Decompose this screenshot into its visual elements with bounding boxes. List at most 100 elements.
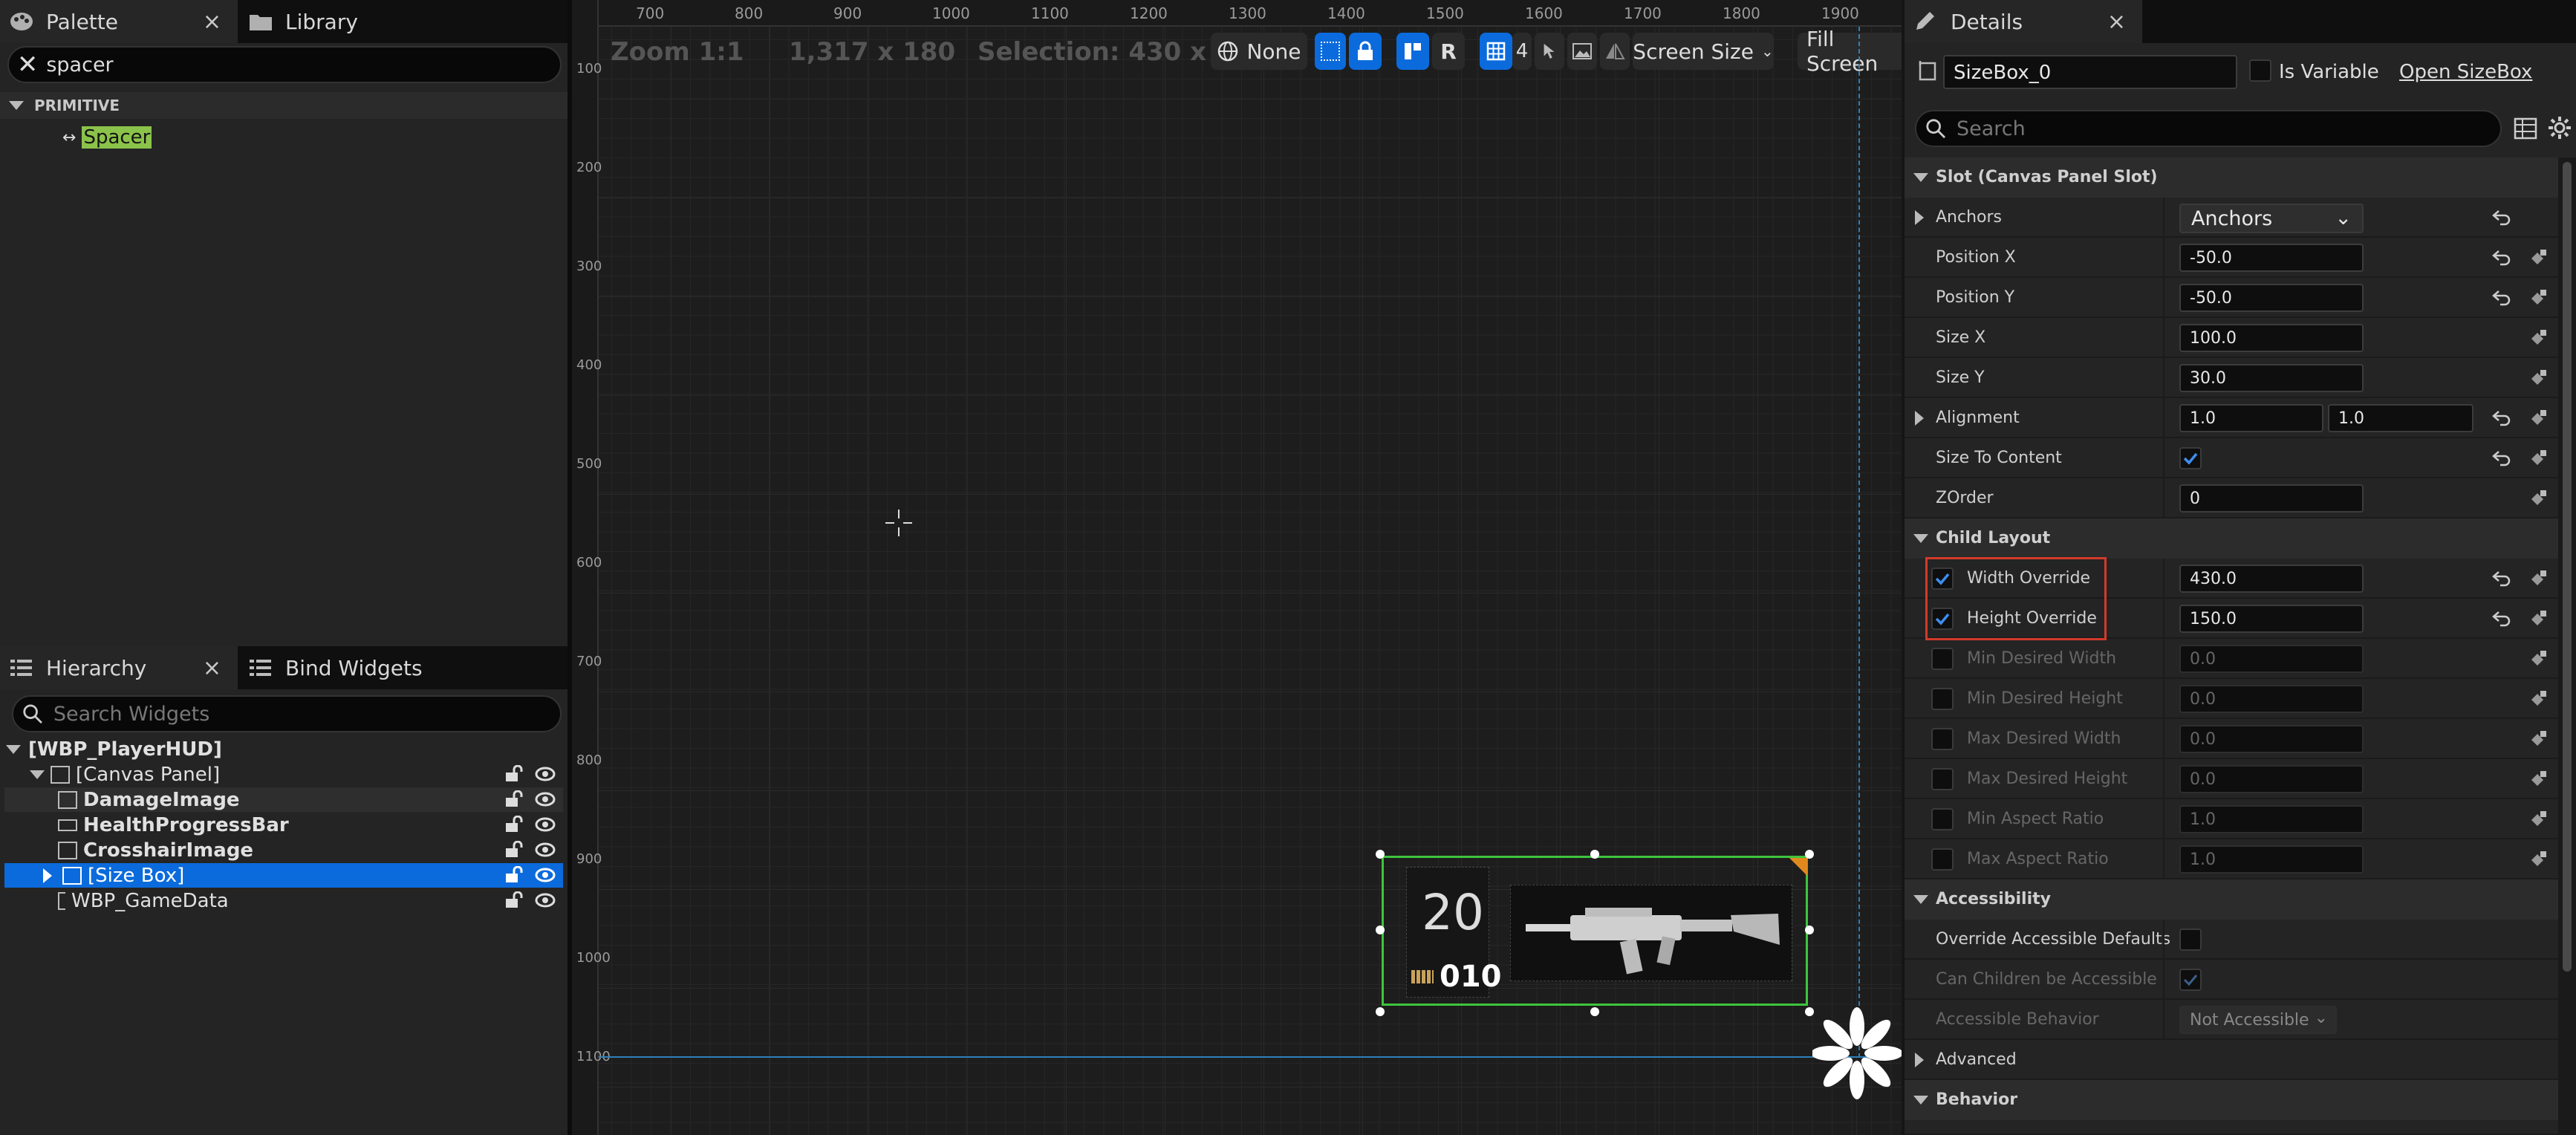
alignment-x-field[interactable]: 1.0 [2179,404,2323,432]
min-desired-width-checkbox[interactable] [1931,648,1954,670]
min-aspect-field[interactable]: 1.0 [2179,805,2364,833]
max-desired-width-field[interactable]: 0.0 [2179,725,2364,753]
widget-name-field[interactable]: SizeBox_0 [1943,55,2237,89]
resize-handle[interactable] [1805,850,1814,859]
preview-button[interactable] [1567,33,1597,70]
eye-icon[interactable] [535,790,556,808]
clear-search-icon[interactable]: ✕ [9,50,46,79]
section-slot[interactable]: Slot (Canvas Panel Slot) [1905,157,2558,198]
min-desired-width-field[interactable]: 0.0 [2179,645,2364,673]
tree-item-health-progress-bar[interactable]: HealthProgressBar [4,813,563,837]
eye-icon[interactable] [535,816,556,833]
reset-icon[interactable] [2491,569,2512,588]
palette-search-box[interactable]: ✕ [7,46,562,83]
keyframe-icon[interactable] [2527,689,2548,709]
min-desired-height-checkbox[interactable] [1931,688,1954,710]
respect-locks-button[interactable]: R [1432,33,1465,70]
select-mode-button[interactable] [1535,33,1564,70]
tree-canvas-panel[interactable]: [Canvas Panel] [4,762,563,787]
keyframe-icon[interactable] [2527,850,2548,869]
unlock-icon[interactable] [504,765,524,783]
reset-icon[interactable] [2491,609,2512,628]
anchor-gizmo-icon[interactable] [1812,1004,1902,1104]
position-x-field[interactable]: -50.0 [2179,244,2364,272]
keyframe-icon[interactable] [2527,328,2548,348]
position-y-field[interactable]: -50.0 [2179,284,2364,312]
fill-screen-dropdown[interactable]: Fill Screen [1798,27,1902,76]
tree-item-crosshair-image[interactable]: CrosshairImage [4,838,563,862]
zorder-field[interactable]: 0 [2179,484,2364,513]
palette-item-spacer[interactable]: ↔ Spacer [62,125,152,150]
hierarchy-search-input[interactable] [53,702,560,726]
tab-bind-widgets[interactable]: Bind Widgets [239,646,492,689]
max-desired-height-checkbox[interactable] [1931,768,1954,790]
alignment-y-field[interactable]: 1.0 [2328,404,2473,432]
details-search-box[interactable] [1915,110,2502,147]
eye-icon[interactable] [535,866,556,884]
lock-button[interactable] [1349,33,1382,70]
prop-advanced[interactable]: Advanced [1905,1040,2558,1080]
tab-palette[interactable]: Palette × [0,0,238,43]
expand-arrow-icon[interactable] [1915,210,1924,225]
details-scrollbar[interactable] [2558,157,2576,1135]
reset-icon[interactable] [2491,248,2512,267]
size-to-content-checkbox[interactable] [2179,447,2202,469]
tree-item-damage-image[interactable]: DamageImage [4,787,563,812]
keyframe-icon[interactable] [2527,649,2548,669]
resize-handle[interactable] [1590,1007,1599,1016]
scrollbar-thumb[interactable] [2563,162,2572,972]
keyframe-icon[interactable] [2527,489,2548,508]
size-x-field[interactable]: 100.0 [2179,324,2364,352]
safe-zone-button[interactable] [1315,33,1346,70]
resize-handle[interactable] [1376,1007,1385,1016]
keyframe-icon[interactable] [2527,770,2548,789]
resize-handle[interactable] [1590,850,1599,859]
close-icon[interactable]: × [2107,9,2126,35]
unlock-icon[interactable] [504,841,524,859]
resize-handle[interactable] [1376,850,1385,859]
expand-arrow-icon[interactable] [1915,1053,1924,1067]
max-aspect-checkbox[interactable] [1931,848,1954,871]
details-search-input[interactable] [1956,117,2500,140]
keyframe-icon[interactable] [2527,368,2548,388]
can-children-checkbox[interactable] [2179,969,2202,991]
table-view-icon[interactable] [2514,117,2537,140]
tab-library[interactable]: Library [239,0,462,43]
keyframe-icon[interactable] [2527,288,2548,308]
section-child-layout[interactable]: Child Layout [1905,518,2558,559]
tree-item-wbp-gamedata[interactable]: WBP_GameData [4,888,563,913]
reset-icon[interactable] [2491,409,2512,428]
min-aspect-checkbox[interactable] [1931,808,1954,830]
max-aspect-field[interactable]: 1.0 [2179,845,2364,874]
reset-icon[interactable] [2491,449,2512,468]
unlock-icon[interactable] [504,891,524,909]
gear-icon[interactable] [2548,116,2572,140]
keyframe-icon[interactable] [2527,609,2548,628]
tree-item-size-box[interactable]: [Size Box] [4,863,563,888]
expand-arrow-icon[interactable] [43,868,52,883]
grid-snap-button[interactable] [1480,33,1512,70]
keyframe-icon[interactable] [2527,569,2548,588]
accessible-behavior-dropdown[interactable]: Not Accessible ⌄ [2179,1006,2337,1034]
expand-arrow-icon[interactable] [1915,411,1924,426]
flip-button[interactable] [1600,33,1630,70]
tab-details[interactable]: Details × [1905,0,2142,43]
close-icon[interactable]: × [203,655,221,681]
eye-icon[interactable] [535,765,556,783]
unlock-icon[interactable] [504,866,524,884]
grid-snap-value[interactable]: 4 [1512,33,1532,70]
min-desired-height-field[interactable]: 0.0 [2179,685,2364,713]
keyframe-icon[interactable] [2527,409,2548,428]
tab-hierarchy[interactable]: Hierarchy × [0,646,238,689]
designer-viewport[interactable]: 700 800 900 1000 1100 1200 1300 1400 150… [572,0,1902,1135]
close-icon[interactable]: × [203,9,221,35]
screen-size-dropdown[interactable]: Screen Size ⌄ [1633,33,1774,70]
max-desired-width-checkbox[interactable] [1931,728,1954,750]
reset-icon[interactable] [2491,208,2512,227]
keyframe-icon[interactable] [2527,449,2548,468]
override-accessible-checkbox[interactable] [2179,929,2202,951]
resize-handle[interactable] [1376,926,1385,934]
size-box-selection[interactable]: 20 010 [1382,856,1808,1006]
max-desired-height-field[interactable]: 0.0 [2179,765,2364,793]
keyframe-icon[interactable] [2527,248,2548,267]
